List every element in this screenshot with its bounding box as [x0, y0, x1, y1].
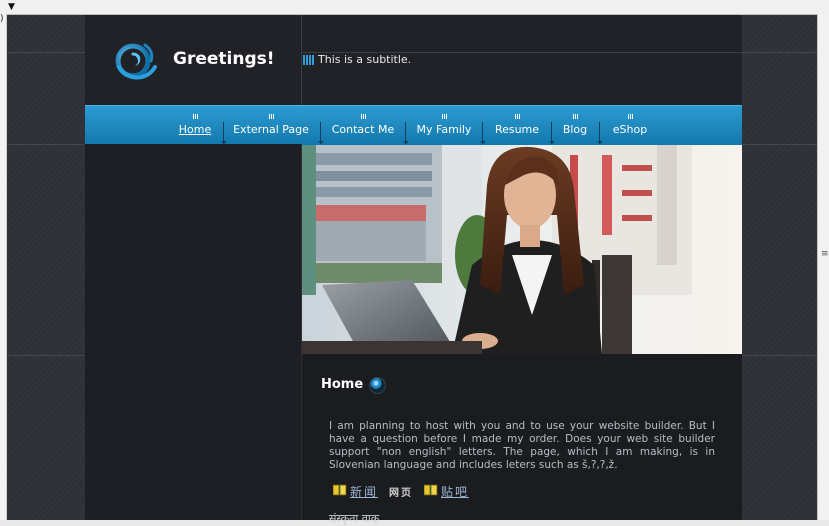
- footer-text: संस्कृता वाक्: [329, 512, 380, 525]
- nav-item-label: Home: [178, 123, 212, 136]
- nav-item-label: My Family: [416, 123, 472, 136]
- dropdown-arrow-icon[interactable]: ▼: [8, 2, 15, 12]
- nav-item-label: eShop: [612, 123, 648, 136]
- left-window-edge: ): [0, 14, 7, 520]
- nav-marker-icon: [411, 114, 477, 120]
- nav-marker-icon: [557, 114, 593, 120]
- book-icon: [424, 484, 438, 496]
- nav-item-contact-me[interactable]: Contact Me: [326, 106, 400, 145]
- subtitle-bars-icon: [303, 55, 315, 65]
- body-paragraph: I am planning to host with you and to us…: [329, 420, 715, 471]
- nav-separator: [597, 122, 603, 144]
- edge-marker-icon: ): [0, 14, 4, 24]
- nav-item-label: External Page: [233, 123, 309, 136]
- nav-marker-icon: [607, 114, 653, 120]
- site-subtitle: This is a subtitle.: [318, 53, 412, 66]
- header-divider: [301, 15, 302, 105]
- nav-separator: [480, 122, 486, 144]
- nav-item-external-page[interactable]: External Page: [229, 106, 313, 145]
- scrollbar-grip-icon[interactable]: ≡: [821, 250, 829, 259]
- nav-item-label: Resume: [494, 123, 540, 136]
- nav-separator: [549, 122, 555, 144]
- book-icon: [333, 484, 347, 496]
- nav-item-eshop[interactable]: eShop: [607, 106, 653, 145]
- swirl-logo-icon[interactable]: [111, 37, 159, 85]
- hero-image: [302, 145, 742, 354]
- tieba-link[interactable]: 贴吧: [441, 483, 469, 500]
- page-title: Home: [321, 377, 364, 392]
- blue-orb-icon: [369, 377, 386, 394]
- nav-separator: [221, 122, 227, 144]
- main-navigation: Home External Page Contact Me My Family …: [85, 105, 742, 145]
- nav-separator: [403, 122, 409, 144]
- news-link[interactable]: 新闻: [350, 483, 378, 500]
- sidebar: [85, 144, 301, 520]
- nav-item-resume[interactable]: Resume: [488, 106, 546, 145]
- nav-item-home[interactable]: Home: [171, 106, 219, 145]
- nav-marker-icon: [488, 114, 546, 120]
- nav-item-label: Blog: [562, 123, 588, 136]
- nav-item-my-family[interactable]: My Family: [411, 106, 477, 145]
- nav-marker-icon: [326, 114, 400, 120]
- nav-separator: [318, 122, 324, 144]
- browser-toolbar-strip: ▼: [0, 0, 829, 15]
- nav-item-blog[interactable]: Blog: [557, 106, 593, 145]
- site-header: Greetings! This is a subtitle.: [85, 15, 742, 105]
- nav-marker-icon: [229, 114, 313, 120]
- nav-item-label: Contact Me: [331, 123, 395, 136]
- nav-marker-icon: [171, 114, 219, 120]
- web-label: 网页: [389, 488, 413, 499]
- site-title: Greetings!: [173, 49, 275, 69]
- site-container: Greetings! This is a subtitle. Home Exte…: [85, 15, 742, 525]
- vertical-scrollbar[interactable]: ≡: [817, 14, 829, 520]
- main-content: Home I am planning to host with you and …: [302, 354, 742, 525]
